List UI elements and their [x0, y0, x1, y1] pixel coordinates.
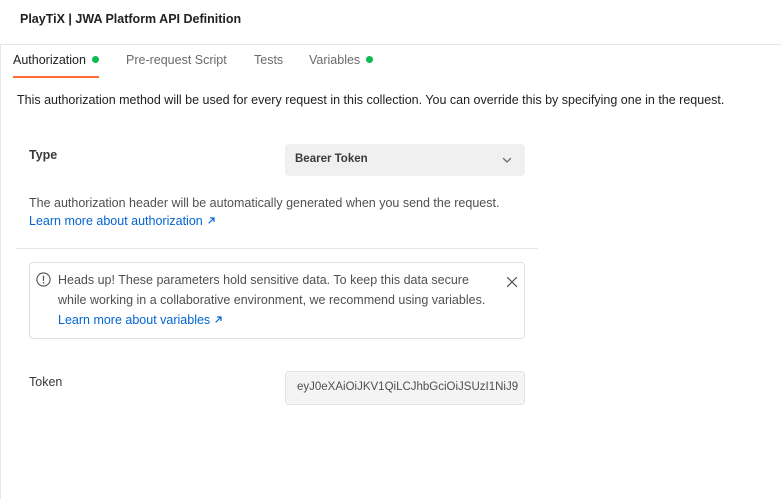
tab-authorization[interactable]: Authorization: [13, 53, 99, 78]
type-label: Type: [29, 148, 58, 162]
tab-variables-label: Variables: [309, 53, 361, 67]
status-dot-icon: [91, 56, 99, 63]
learn-more-authorization-link[interactable]: Learn more about authorization: [29, 212, 499, 230]
section-divider: [16, 248, 538, 249]
arrow-up-right-icon: [208, 217, 215, 224]
tab-variables[interactable]: Variables: [309, 53, 374, 78]
auth-help: The authorization header will be automat…: [29, 194, 499, 230]
info-icon: [36, 272, 51, 287]
collection-title: PlayTiX | JWA Platform API Definition: [20, 12, 242, 26]
title-bar: PlayTiX | JWA Platform API Definition: [0, 0, 781, 45]
tab-pre-request-script-label: Pre-request Script: [126, 53, 227, 67]
panel-left-border: [0, 44, 1, 499]
auth-type-value: Bearer Token: [295, 153, 368, 165]
status-dot-icon: [366, 56, 374, 63]
tab-bar: Authorization Pre-request Script Tests V…: [0, 45, 781, 78]
learn-more-variables-link[interactable]: Learn more about variables: [58, 313, 223, 327]
auth-type-select[interactable]: Bearer Token: [285, 144, 525, 176]
token-label: Token: [29, 375, 63, 389]
notice-text: Heads up! These parameters hold sensitiv…: [58, 270, 498, 330]
auth-description: This authorization method will be used f…: [17, 93, 725, 107]
chevron-down-icon: [502, 157, 512, 163]
arrow-up-right-icon: [215, 316, 222, 323]
learn-more-authorization-label: Learn more about authorization: [29, 214, 203, 228]
tab-tests-label: Tests: [254, 53, 284, 67]
tab-pre-request-script[interactable]: Pre-request Script: [126, 53, 227, 78]
notice-message: Heads up! These parameters hold sensitiv…: [58, 273, 486, 307]
tab-authorization-label: Authorization: [13, 53, 86, 67]
close-icon[interactable]: [506, 276, 518, 288]
learn-more-variables-label: Learn more about variables: [58, 313, 211, 327]
auth-help-text: The authorization header will be automat…: [29, 196, 500, 210]
sensitive-data-notice: Heads up! These parameters hold sensitiv…: [29, 262, 525, 339]
tab-tests[interactable]: Tests: [254, 53, 283, 78]
token-input[interactable]: eyJ0eXAiOiJKV1QiLCJhbGciOiJSUzI1NiJ9: [285, 371, 525, 405]
token-value: eyJ0eXAiOiJKV1QiLCJhbGciOiJSUzI1NiJ9: [297, 381, 519, 393]
